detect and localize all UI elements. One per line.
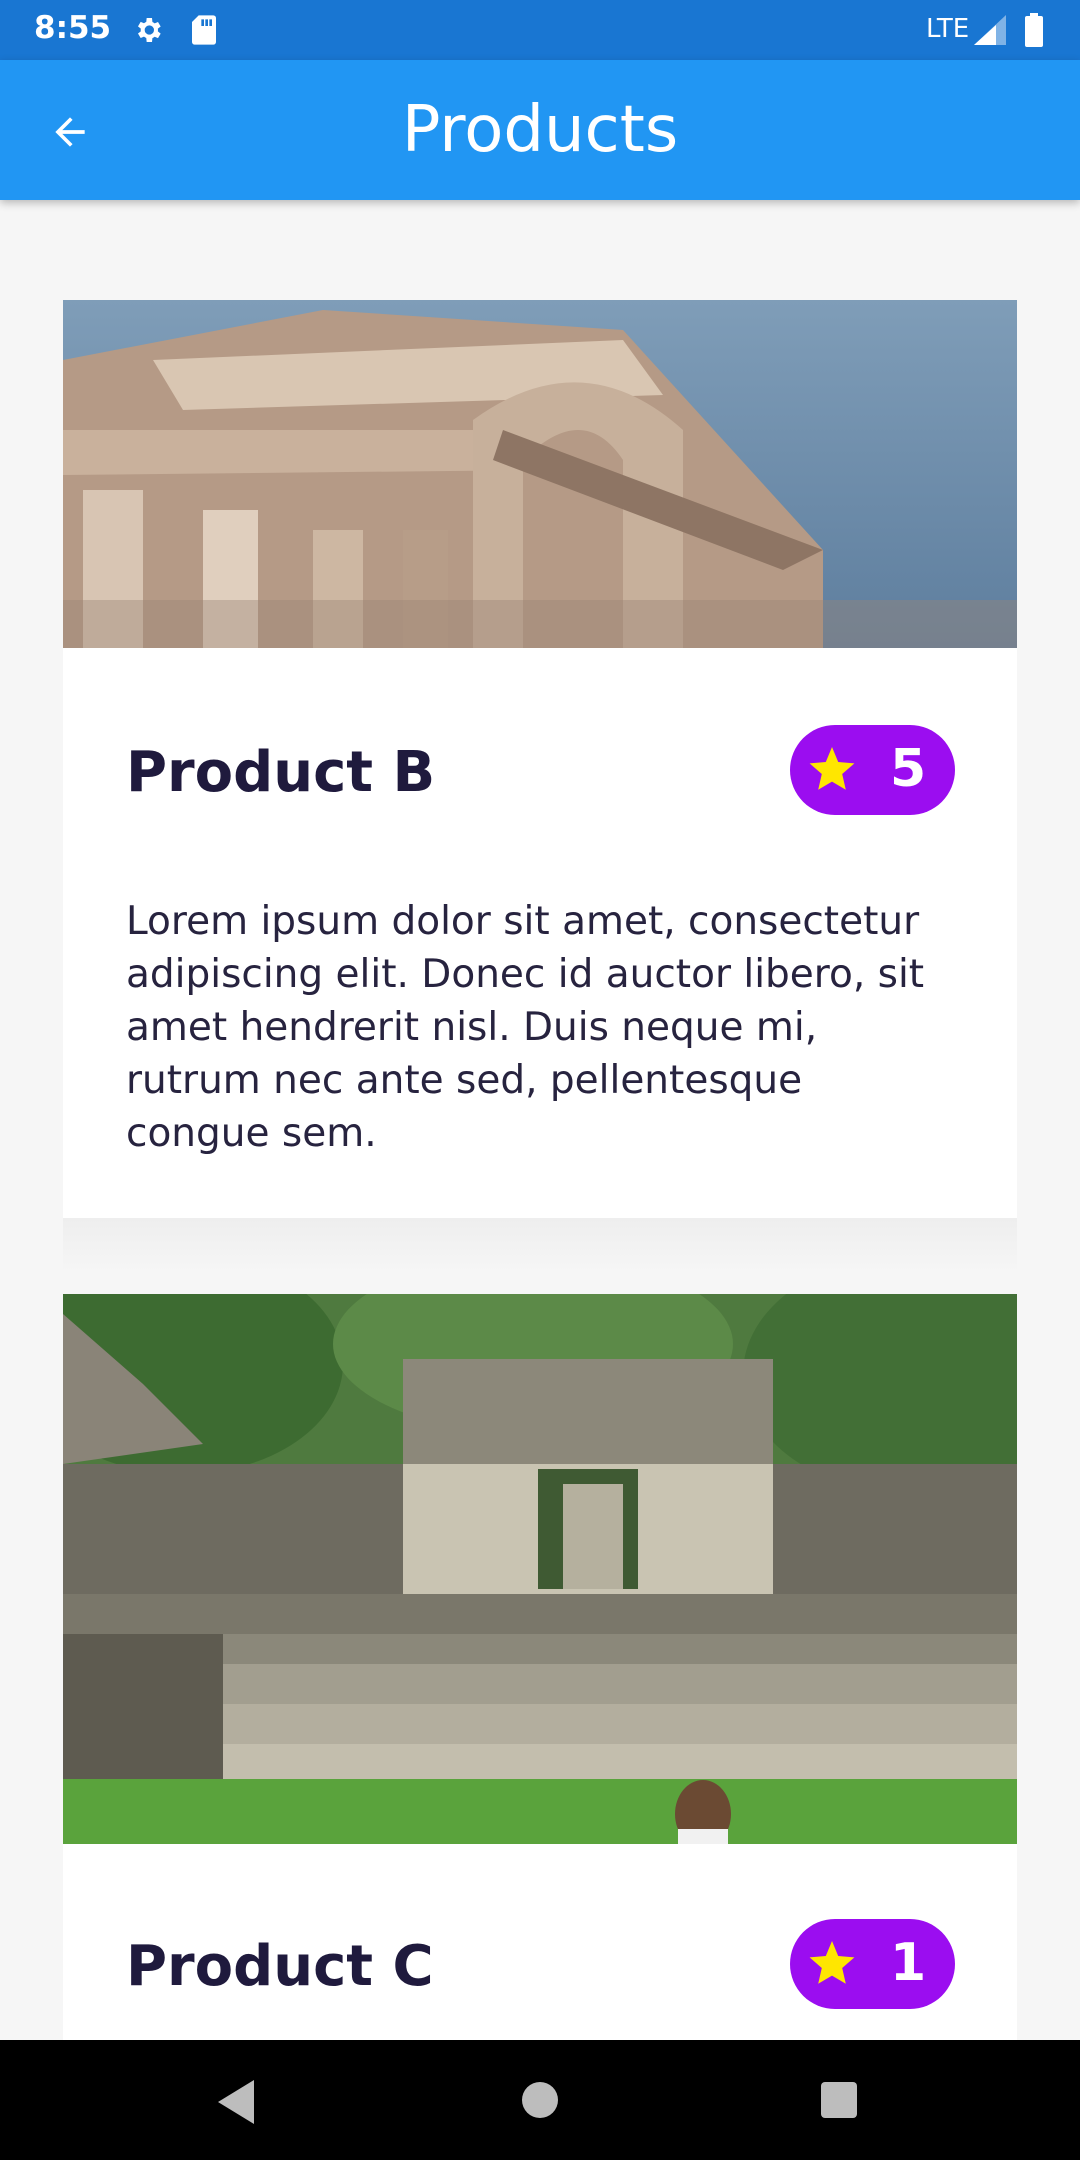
nav-home-icon[interactable] — [522, 2082, 558, 2118]
app-bar: Products — [0, 60, 1080, 200]
product-description: Lorem ipsum dolor sit amet, consectetur … — [126, 899, 925, 1156]
product-title: Product C — [126, 1934, 434, 1999]
signal-icon — [974, 15, 1006, 49]
page-title: Products — [401, 93, 679, 167]
battery-icon — [1024, 13, 1044, 51]
star-icon — [809, 747, 855, 790]
system-nav-bar — [0, 2040, 1080, 2160]
rating-badge: 1 — [790, 1919, 955, 2009]
status-time: 8:55 — [34, 10, 112, 46]
rating-value: 5 — [890, 739, 927, 799]
product-list[interactable]: Product B 5 Lorem ipsum dolor sit amet, … — [0, 200, 1080, 2040]
product-image — [63, 1294, 1017, 1844]
rating-value: 1 — [890, 1933, 927, 1993]
gear-icon — [132, 14, 164, 50]
product-title: Product B — [126, 740, 436, 805]
nav-recents-icon[interactable] — [821, 2082, 857, 2118]
product-card[interactable]: Product C 1 — [63, 1294, 1017, 2040]
product-card[interactable]: Product B 5 Lorem ipsum dolor sit amet, … — [63, 300, 1017, 1218]
product-image — [63, 300, 1017, 648]
sd-card-icon — [190, 14, 218, 50]
status-bar: 8:55 LTE — [0, 0, 1080, 60]
network-label: LTE — [926, 14, 970, 44]
rating-badge: 5 — [790, 725, 955, 815]
card-divider — [63, 1218, 1017, 1273]
star-icon — [809, 1941, 855, 1984]
nav-back-icon[interactable] — [218, 2080, 258, 2124]
